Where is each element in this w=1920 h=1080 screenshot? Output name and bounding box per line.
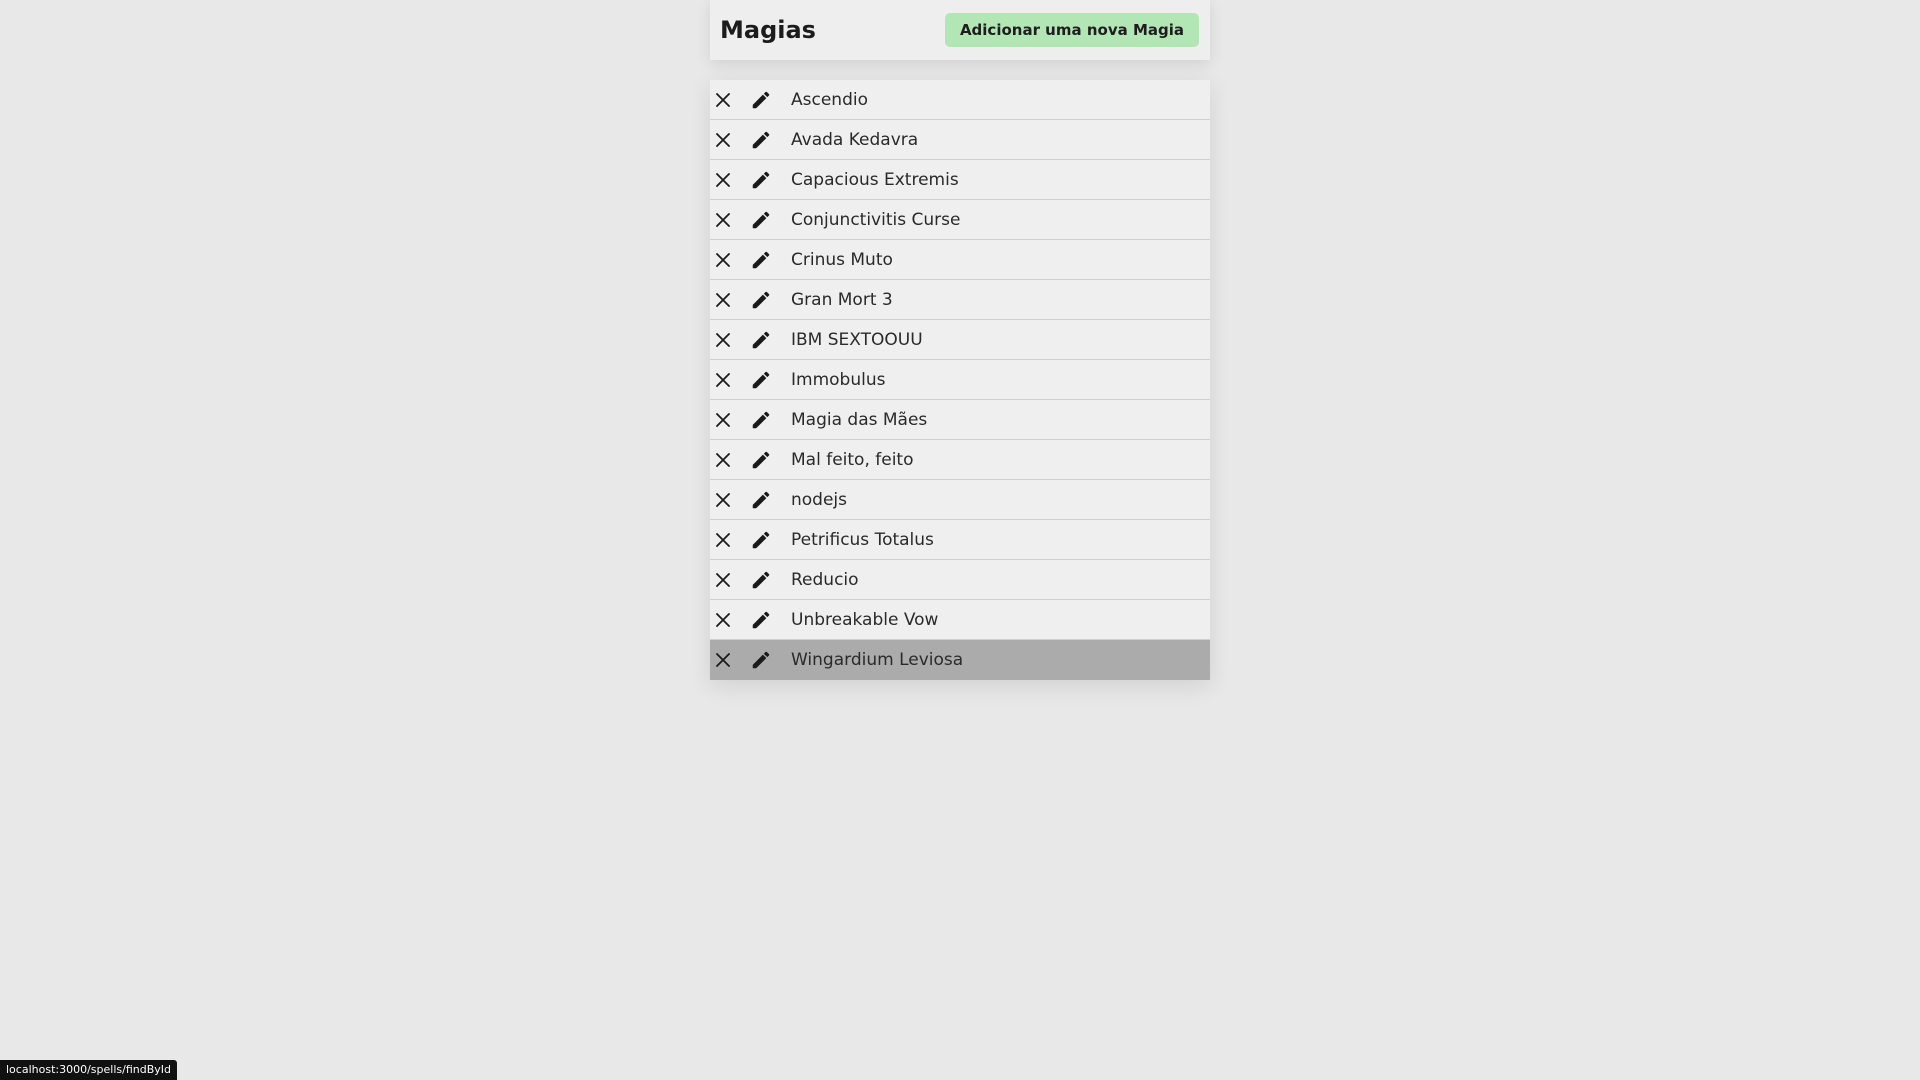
spells-panel: Magias Adicionar uma nova Magia Ascendio… bbox=[710, 0, 1210, 680]
close-icon[interactable] bbox=[711, 252, 735, 267]
close-icon[interactable] bbox=[711, 372, 735, 387]
spell-row[interactable]: Magia das Mães bbox=[710, 400, 1210, 440]
close-icon[interactable] bbox=[711, 412, 735, 427]
add-spell-button[interactable]: Adicionar uma nova Magia bbox=[944, 13, 1199, 47]
spell-name: Avada Kedavra bbox=[791, 129, 919, 150]
close-icon[interactable] bbox=[711, 92, 735, 107]
pencil-icon[interactable] bbox=[747, 489, 775, 511]
pencil-icon[interactable] bbox=[747, 529, 775, 551]
pencil-icon[interactable] bbox=[747, 369, 775, 391]
pencil-icon[interactable] bbox=[747, 289, 775, 311]
pencil-icon[interactable] bbox=[747, 249, 775, 271]
close-icon[interactable] bbox=[711, 572, 735, 587]
pencil-icon[interactable] bbox=[747, 569, 775, 591]
spell-name: Ascendio bbox=[791, 89, 868, 110]
spell-name: Reducio bbox=[791, 569, 859, 590]
spell-list: Ascendio Avada Kedavra Capacious Extremis C… bbox=[710, 80, 1210, 680]
pencil-icon[interactable] bbox=[747, 89, 775, 111]
spell-row[interactable]: Unbreakable Vow bbox=[710, 600, 1210, 640]
spell-row[interactable]: Reducio bbox=[710, 560, 1210, 600]
spell-row[interactable]: Crinus Muto bbox=[710, 240, 1210, 280]
spell-row[interactable]: Avada Kedavra bbox=[710, 120, 1210, 160]
pencil-icon[interactable] bbox=[747, 209, 775, 231]
spell-name: nodejs bbox=[791, 489, 848, 510]
spell-row[interactable]: Conjunctivitis Curse bbox=[710, 200, 1210, 240]
close-icon[interactable] bbox=[711, 452, 735, 467]
close-icon[interactable] bbox=[711, 132, 735, 147]
spell-name: Unbreakable Vow bbox=[791, 609, 939, 630]
spell-row[interactable]: Mal feito, feito bbox=[710, 440, 1210, 480]
spell-name: Wingardium Leviosa bbox=[791, 650, 964, 670]
spell-name: Petrificus Totalus bbox=[791, 529, 934, 550]
spell-name: Conjunctivitis Curse bbox=[791, 209, 961, 230]
close-icon[interactable] bbox=[711, 212, 735, 227]
spell-row[interactable]: nodejs bbox=[710, 480, 1210, 520]
close-icon[interactable] bbox=[711, 653, 735, 667]
status-bar-url: localhost:3000/spells/findById bbox=[0, 1060, 177, 1080]
spell-row[interactable]: Ascendio bbox=[710, 80, 1210, 120]
pencil-icon[interactable] bbox=[747, 649, 775, 671]
spell-name: Magia das Mães bbox=[791, 409, 928, 430]
spell-name: Crinus Muto bbox=[791, 249, 893, 270]
spell-row[interactable]: Capacious Extremis bbox=[710, 160, 1210, 200]
close-icon[interactable] bbox=[711, 172, 735, 187]
spell-row[interactable]: Wingardium Leviosa bbox=[710, 640, 1210, 680]
pencil-icon[interactable] bbox=[747, 609, 775, 631]
spell-row[interactable]: Immobulus bbox=[710, 360, 1210, 400]
spell-name: Immobulus bbox=[791, 369, 886, 390]
spell-name: Mal feito, feito bbox=[791, 449, 914, 470]
pencil-icon[interactable] bbox=[747, 409, 775, 431]
spell-name: Gran Mort 3 bbox=[791, 289, 893, 310]
close-icon[interactable] bbox=[711, 492, 735, 507]
close-icon[interactable] bbox=[711, 532, 735, 547]
close-icon[interactable] bbox=[711, 332, 735, 347]
spell-row[interactable]: IBM SEXTOOUU bbox=[710, 320, 1210, 360]
pencil-icon[interactable] bbox=[747, 169, 775, 191]
spell-name: IBM SEXTOOUU bbox=[791, 329, 923, 350]
header: Magias Adicionar uma nova Magia bbox=[710, 0, 1210, 60]
page-title: Magias bbox=[720, 16, 816, 44]
close-icon[interactable] bbox=[711, 292, 735, 307]
spell-row[interactable]: Gran Mort 3 bbox=[710, 280, 1210, 320]
spell-name: Capacious Extremis bbox=[791, 169, 959, 190]
close-icon[interactable] bbox=[711, 612, 735, 627]
pencil-icon[interactable] bbox=[747, 449, 775, 471]
spell-row[interactable]: Petrificus Totalus bbox=[710, 520, 1210, 560]
pencil-icon[interactable] bbox=[747, 329, 775, 351]
pencil-icon[interactable] bbox=[747, 129, 775, 151]
